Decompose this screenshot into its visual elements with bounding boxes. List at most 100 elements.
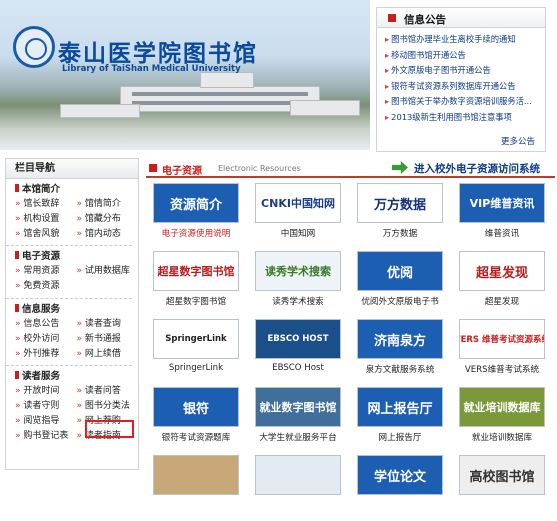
resources-title: 电子资源 [162,166,202,177]
sidebar-link[interactable]: 馆情简介 [77,197,139,212]
resource-caption[interactable]: EBSCO Host [248,363,348,373]
sidebar-link[interactable]: 馆藏分布 [77,212,139,227]
resource-item[interactable]: 资源简介电子资源使用说明 [146,183,246,249]
sidebar-link[interactable]: 馆内动态 [77,227,139,242]
more-announcements-link[interactable]: 更多公告 [501,135,535,147]
announcement-item[interactable]: 图书馆办理毕业生离校手续的通知 [385,32,545,48]
resource-item[interactable]: VIP维普资讯维普资讯 [452,183,552,249]
resource-logo[interactable]: 超星数字图书馆 [153,251,239,291]
announcement-item[interactable]: 图书馆关于举办数字资源培训服务活... [385,94,545,110]
sidebar-link[interactable]: 校外访问 [15,332,77,347]
highlight-box [85,420,134,438]
resource-caption[interactable]: 就业培训数据库 [452,431,552,443]
sidebar-link[interactable]: 读者查询 [77,317,139,332]
resource-caption[interactable]: SpringerLink [146,363,246,373]
sidebar-link[interactable]: 读者守则 [15,399,77,414]
sidebar-row: 读者守则图书分类法 [15,399,138,414]
resource-item[interactable]: VERS 维普考试资源系统 VERS维普考试系统 [452,319,552,385]
resources-header: 电子资源 Electronic Resources 进入校外电子资源访问系统 [146,158,555,178]
resource-logo[interactable]: VIP维普资讯 [459,183,545,223]
sidebar-link[interactable]: 购书登记表 [15,429,77,444]
sidebar-link[interactable]: 常用资源 [15,264,77,279]
resource-logo[interactable]: 就业培训数据库 [459,387,545,427]
resource-item[interactable]: 超星数字图书馆 超星数字图书馆 [146,251,246,317]
resource-logo[interactable] [153,455,239,495]
resource-caption[interactable]: 维普资讯 [452,227,552,239]
sidebar-link[interactable]: 外刊推荐 [15,347,77,362]
resource-item[interactable]: 超星发现 超星发现 [452,251,552,317]
resource-caption[interactable]: 超星发现 [452,295,552,307]
resource-caption[interactable]: 超星数字图书馆 [146,295,246,307]
resource-caption[interactable]: 网上报告厅 [350,431,450,443]
resource-logo[interactable]: EBSCO HOST [255,319,341,359]
header-banner: 泰山医学院图书馆 Library of TaiShan Medical Univ… [0,0,370,150]
sidebar-link[interactable]: 新书通报 [77,332,139,347]
resource-caption[interactable]: 泉方文献服务系统 [350,363,450,375]
resource-logo[interactable]: 万方数据 [357,183,443,223]
resources-title-en: Electronic Resources [218,164,301,173]
resource-item[interactable]: 读秀学术搜索 读秀学术搜索 [248,251,348,317]
resource-item[interactable]: 优阅优阅外文原版电子书 [350,251,450,317]
building-image [200,72,254,88]
resource-caption[interactable]: 大学生就业服务平台 [248,431,348,443]
resource-caption[interactable]: VERS维普考试系统 [452,363,552,375]
sidebar-row: 机构设置馆藏分布 [15,212,138,227]
library-subtitle: Library of TaiShan Medical University [62,64,241,74]
resource-item[interactable]: 学位论文 [350,455,450,521]
resource-item[interactable]: 万方数据 万方数据 [350,183,450,249]
sidebar-link[interactable]: 免费资源 [15,279,77,294]
announcement-list: 图书馆办理毕业生离校手续的通知移动图书馆开通公告外文原版电子图书开通公告银符考试… [377,28,545,126]
sidebar-link[interactable]: 图书分类法 [77,399,139,414]
resource-item[interactable]: 就业数字图书馆大学生就业服务平台 [248,387,348,453]
resource-logo[interactable]: 超星发现 [459,251,545,291]
sidebar-row: 馆舍风貌馆内动态 [15,227,138,242]
sidebar-link[interactable]: 馆长致辞 [15,197,77,212]
resource-logo[interactable]: 学位论文 [357,455,443,495]
announcement-item[interactable]: 外文原版电子图书开通公告 [385,63,545,79]
sidebar-link[interactable]: 读者问答 [77,384,139,399]
resource-caption[interactable]: 中国知网 [248,227,348,239]
resource-logo[interactable]: 济南泉方 [357,319,443,359]
resource-caption[interactable]: 优阅外文原版电子书 [350,295,450,307]
announcement-item[interactable]: 移动图书馆开通公告 [385,48,545,64]
resource-item[interactable] [248,455,348,521]
announcement-item[interactable]: 银符考试资源系列数据库开通公告 [385,79,545,95]
sidebar-link[interactable]: 馆舍风貌 [15,227,77,242]
resource-logo[interactable] [255,455,341,495]
resource-logo[interactable]: 银符 [153,387,239,427]
resource-item[interactable]: 银符银符考试资源题库 [146,387,246,453]
resource-caption[interactable]: 读秀学术搜索 [248,295,348,307]
sidebar-row: 信息公告读者查询 [15,317,138,332]
resource-item[interactable]: 济南泉方泉方文献服务系统 [350,319,450,385]
electronic-resources-panel: 电子资源 Electronic Resources 进入校外电子资源访问系统 资… [146,158,555,495]
offcampus-access-link[interactable]: 进入校外电子资源访问系统 [414,161,540,176]
resource-caption[interactable]: 万方数据 [350,227,450,239]
resource-item[interactable]: 网上报告厅 网上报告厅 [350,387,450,453]
sidebar-link[interactable]: 试用数据库 [77,264,139,279]
resource-logo[interactable]: 网上报告厅 [357,387,443,427]
resource-caption[interactable]: 电子资源使用说明 [146,227,246,239]
resource-item[interactable]: 就业培训数据库 就业培训数据库 [452,387,552,453]
resource-caption[interactable]: 银符考试资源题库 [146,431,246,443]
sidebar-section: 本馆简介馆长致辞馆情简介机构设置馆藏分布馆舍风貌馆内动态 [6,179,138,241]
sidebar-link[interactable]: 机构设置 [15,212,77,227]
resource-logo[interactable]: 资源简介 [153,183,239,223]
resource-logo[interactable]: 读秀学术搜索 [255,251,341,291]
resource-item[interactable]: CNKI中国知网中国知网 [248,183,348,249]
green-arrow-icon [392,161,408,174]
announcement-item[interactable]: 2013级新生利用图书馆注意事项 [385,110,545,126]
resource-logo[interactable]: 优阅 [357,251,443,291]
resource-logo[interactable]: CNKI中国知网 [255,183,341,223]
resource-item[interactable] [146,455,246,521]
resource-item[interactable]: SpringerLink SpringerLink [146,319,246,385]
resource-item[interactable]: 高校图书馆 [452,455,552,521]
resource-logo[interactable]: SpringerLink [153,319,239,359]
sidebar-link[interactable]: 阅览指导 [15,414,77,429]
sidebar-link[interactable]: 网上续借 [77,347,139,362]
resource-logo[interactable]: 就业数字图书馆 [255,387,341,427]
sidebar-link[interactable]: 信息公告 [15,317,77,332]
resource-logo[interactable]: VERS 维普考试资源系统 [459,319,545,359]
resource-logo[interactable]: 高校图书馆 [459,455,545,495]
resource-item[interactable]: EBSCO HOST EBSCO Host [248,319,348,385]
sidebar-link[interactable]: 开放时间 [15,384,77,399]
